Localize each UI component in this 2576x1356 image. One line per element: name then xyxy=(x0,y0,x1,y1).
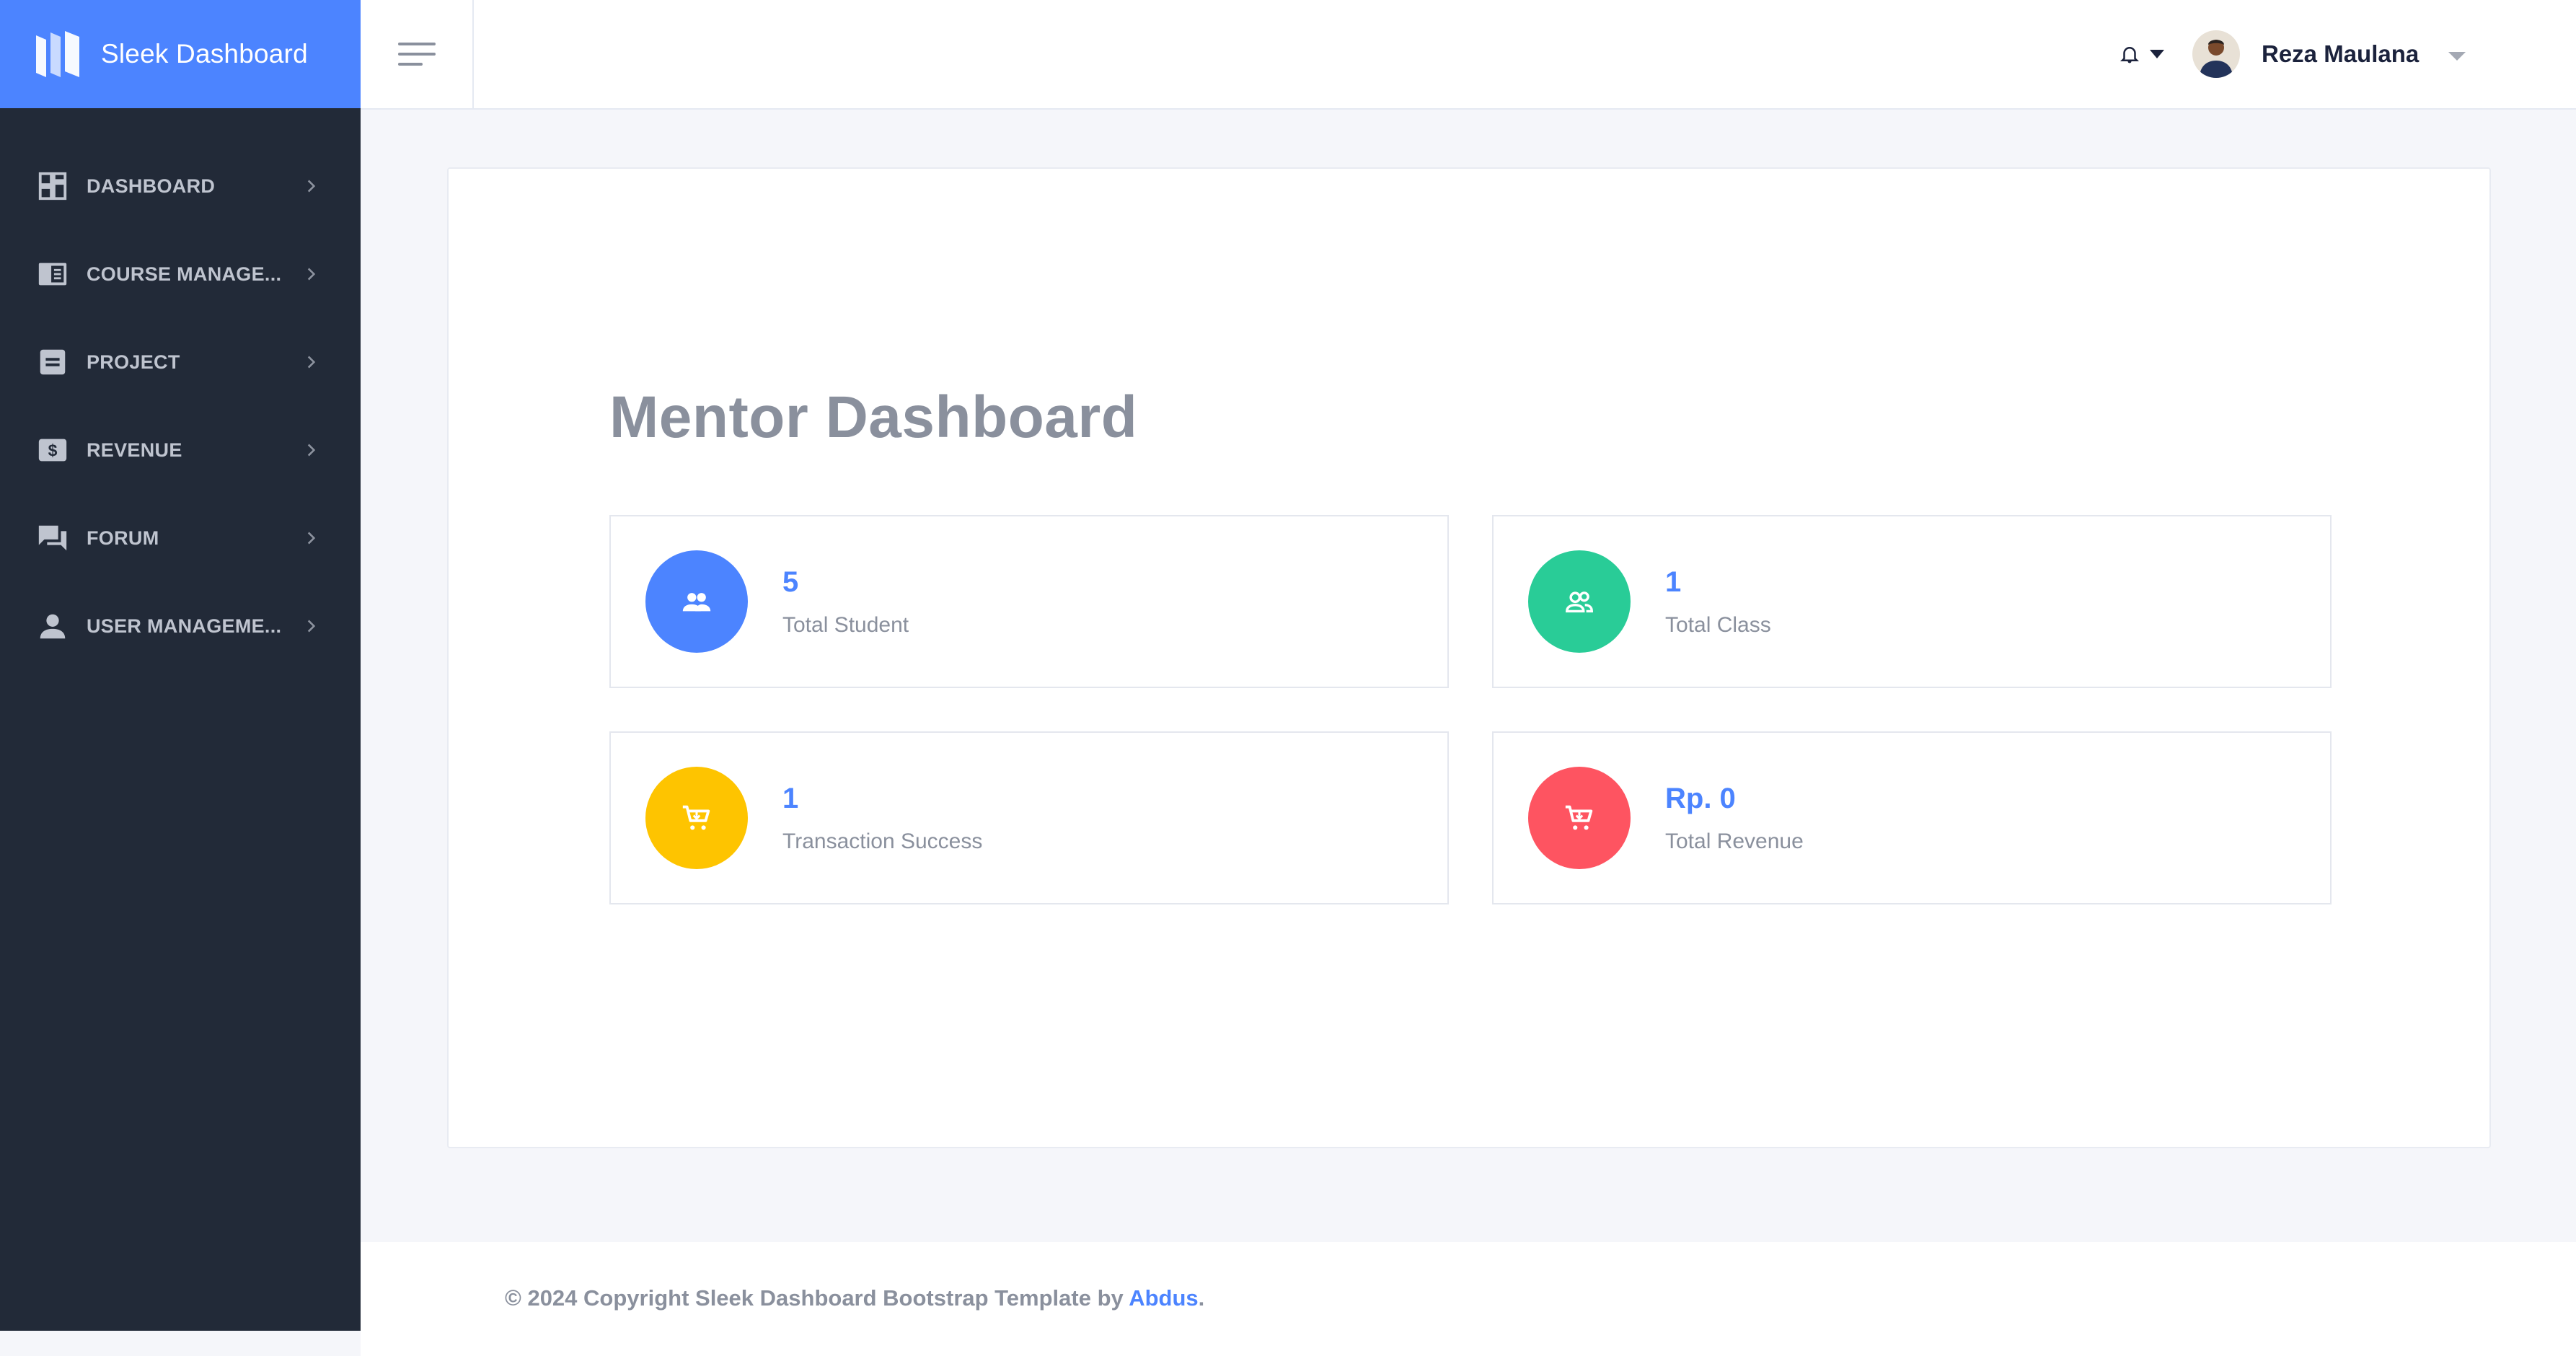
footer-suffix: . xyxy=(1198,1285,1205,1311)
avatar-image xyxy=(2192,30,2240,78)
user-icon xyxy=(40,614,66,639)
users-icon xyxy=(682,593,711,612)
stat-card-total-student: 5 Total Student xyxy=(609,515,1449,688)
cart-icon xyxy=(682,805,710,830)
sidebar-item-label: USER MANAGEME... xyxy=(87,615,282,637)
stat-value: Rp. 0 xyxy=(1665,782,1736,814)
sidebar-item-label: PROJECT xyxy=(87,351,180,373)
stat-card-total-revenue: Rp. 0 Total Revenue xyxy=(1492,731,2332,904)
dashboard-card: Mentor Dashboard 5 Total Student 1 Total… xyxy=(447,167,2491,1148)
caret-down-icon xyxy=(2150,50,2164,58)
chevron-right-icon xyxy=(307,532,316,545)
stat-value: 1 xyxy=(782,782,799,814)
app: Sleek Dashboard DASHBOARD COURSE MANAGE.… xyxy=(0,0,2576,1356)
chevron-right-icon xyxy=(307,356,316,369)
sidebar-nav: DASHBOARD COURSE MANAGE... PROJECT $ REV… xyxy=(0,142,361,670)
sidebar-item-label: FORUM xyxy=(87,527,159,549)
stat-icon-circle xyxy=(645,767,748,869)
stat-text: 1 Transaction Success xyxy=(782,783,982,854)
sidebar-item-user-management[interactable]: USER MANAGEME... xyxy=(0,582,361,670)
stat-value: 5 xyxy=(782,565,799,598)
stat-text: Rp. 0 Total Revenue xyxy=(1665,783,1804,854)
caret-down-icon xyxy=(2448,52,2466,61)
avatar[interactable] xyxy=(2192,30,2240,78)
footer-copyright: © 2024 Copyright Sleek Dashboard Bootstr… xyxy=(505,1285,1204,1311)
stat-icon-circle xyxy=(1528,550,1631,653)
notification-dropdown[interactable] xyxy=(2119,38,2165,71)
stat-label: Total Revenue xyxy=(1665,829,1804,853)
sidebar-item-revenue[interactable]: $ REVENUE xyxy=(0,406,361,494)
footer: © 2024 Copyright Sleek Dashboard Bootstr… xyxy=(361,1242,2576,1356)
sidebar-item-label: REVENUE xyxy=(87,439,182,461)
stat-text: 5 Total Student xyxy=(782,566,909,638)
footer-text: © 2024 Copyright Sleek Dashboard Bootstr… xyxy=(505,1285,1129,1311)
stat-label: Total Student xyxy=(782,612,909,637)
page-title: Mentor Dashboard xyxy=(609,384,1138,450)
stat-icon-circle xyxy=(1528,767,1631,869)
svg-text:$: $ xyxy=(48,441,58,460)
dashboard-icon xyxy=(38,172,67,201)
user-dropdown[interactable]: Reza Maulana xyxy=(2192,26,2466,82)
top-header: Reza Maulana xyxy=(361,0,2576,110)
money-icon: $ xyxy=(38,439,67,462)
stat-card-total-class: 1 Total Class xyxy=(1492,515,2332,688)
footer-author-link[interactable]: Abdus xyxy=(1129,1285,1198,1311)
chevron-right-icon xyxy=(307,180,316,193)
brand-logo-icon xyxy=(36,31,79,77)
chevron-right-icon xyxy=(307,268,316,281)
sidebar-item-dashboard[interactable]: DASHBOARD xyxy=(0,142,361,230)
stat-label: Transaction Success xyxy=(782,829,983,853)
chevron-right-icon xyxy=(307,620,316,633)
sidebar-item-label: DASHBOARD xyxy=(87,175,216,197)
menu-toggle-icon xyxy=(397,43,436,66)
brand-name: Sleek Dashboard xyxy=(101,39,308,69)
sidebar-toggle-button[interactable] xyxy=(361,0,474,108)
bell-icon xyxy=(2120,47,2140,63)
forum-icon xyxy=(38,525,67,551)
sidebar-item-project[interactable]: PROJECT xyxy=(0,318,361,406)
user-name[interactable]: Reza Maulana xyxy=(2262,40,2419,68)
group-icon xyxy=(1566,591,1593,613)
sidebar: Sleek Dashboard DASHBOARD COURSE MANAGE.… xyxy=(0,0,361,1331)
stat-value: 1 xyxy=(1665,565,1682,598)
stat-label: Total Class xyxy=(1665,612,1771,637)
stat-text: 1 Total Class xyxy=(1665,566,1771,638)
project-icon xyxy=(40,349,66,375)
sidebar-item-label: COURSE MANAGE... xyxy=(87,263,282,285)
book-icon xyxy=(38,263,67,286)
sidebar-item-forum[interactable]: FORUM xyxy=(0,494,361,582)
chevron-right-icon xyxy=(307,444,316,457)
stat-icon-circle xyxy=(645,550,748,653)
sidebar-item-course-management[interactable]: COURSE MANAGE... xyxy=(0,230,361,318)
brand[interactable]: Sleek Dashboard xyxy=(0,0,361,108)
cart-icon xyxy=(1565,805,1593,830)
stat-card-transaction-success: 1 Transaction Success xyxy=(609,731,1449,904)
